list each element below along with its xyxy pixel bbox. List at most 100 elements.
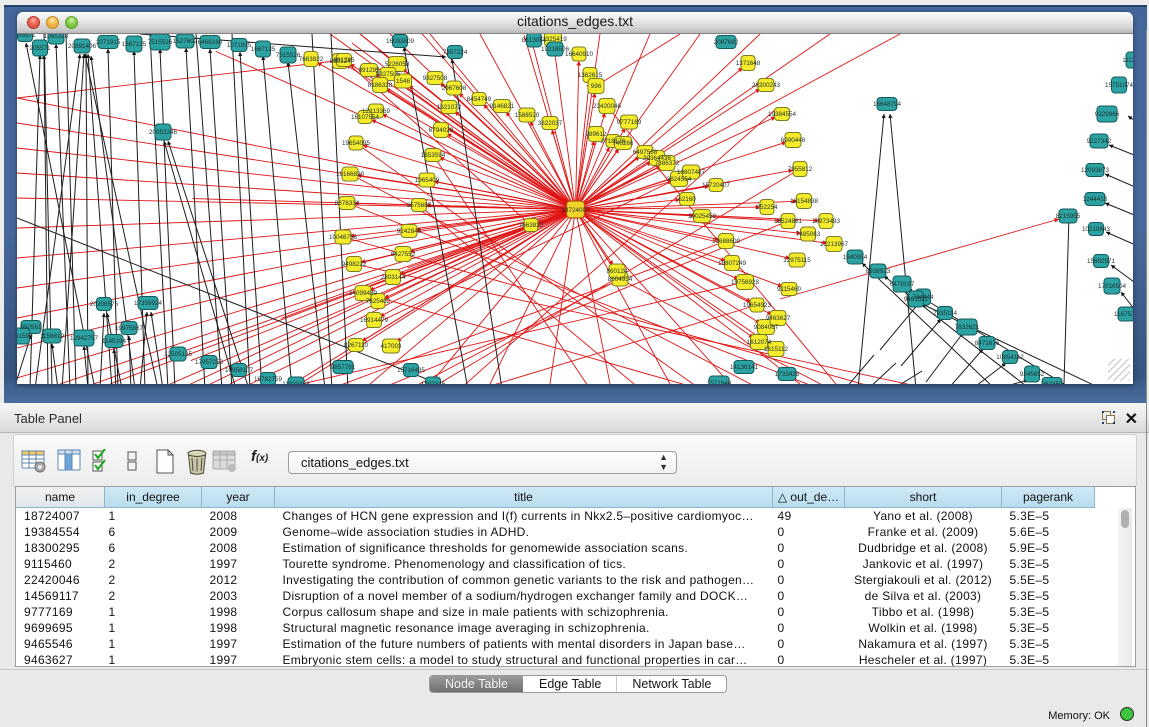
- svg-text:1527602: 1527602: [173, 38, 198, 45]
- svg-text:16782759: 16782759: [254, 376, 283, 383]
- svg-text:62160: 62160: [678, 196, 696, 203]
- svg-text:1071915: 1071915: [227, 42, 252, 49]
- svg-text:16914479: 16914479: [360, 317, 389, 324]
- svg-text:15751074: 15751074: [1105, 82, 1133, 89]
- svg-text:10807487: 10807487: [677, 169, 706, 176]
- svg-text:9463627: 9463627: [766, 315, 791, 322]
- svg-text:15692971: 15692971: [1087, 258, 1116, 265]
- svg-text:17957253: 17957253: [195, 359, 224, 366]
- svg-text:1667135: 1667135: [251, 46, 276, 53]
- svg-text:12975115: 12975115: [783, 257, 811, 264]
- svg-text:3824554: 3824554: [667, 176, 692, 183]
- svg-text:9227342: 9227342: [1087, 138, 1112, 145]
- svg-text:14136141: 14136141: [730, 364, 759, 371]
- svg-text:1371648: 1371648: [736, 60, 761, 67]
- svg-text:9115460: 9115460: [777, 286, 802, 293]
- svg-text:9498222: 9498222: [342, 261, 367, 268]
- svg-text:7485063: 7485063: [796, 231, 821, 238]
- svg-text:16033809: 16033809: [386, 38, 415, 45]
- svg-text:7515526: 7515526: [148, 39, 173, 46]
- svg-text:1362615: 1362615: [578, 72, 603, 79]
- svg-text:1733426: 1733426: [775, 371, 800, 378]
- svg-text:2803144: 2803144: [381, 274, 406, 281]
- svg-text:18807249: 18807249: [718, 260, 747, 267]
- svg-text:252254: 252254: [756, 204, 778, 211]
- svg-text:19654095: 19654095: [342, 140, 371, 147]
- svg-text:9084067: 9084067: [754, 324, 779, 331]
- svg-text:1145194: 1145194: [102, 338, 127, 345]
- svg-text:15720407: 15720407: [702, 182, 731, 189]
- svg-text:8215955: 8215955: [1056, 213, 1081, 220]
- svg-text:1167533: 1167533: [1114, 311, 1133, 318]
- svg-text:17016504: 17016504: [1098, 283, 1127, 290]
- svg-text:391590: 391590: [17, 333, 33, 340]
- svg-text:6990448: 6990448: [781, 137, 806, 144]
- svg-text:1244415: 1244415: [1083, 196, 1108, 203]
- svg-text:8471676: 8471676: [975, 340, 1000, 347]
- svg-text:8604954: 8604954: [608, 276, 633, 283]
- svg-text:19166829: 19166829: [336, 171, 365, 178]
- svg-text:9327508: 9327508: [423, 75, 448, 82]
- svg-text:10046756: 10046756: [329, 234, 358, 241]
- svg-text:1571648: 1571648: [707, 380, 732, 384]
- svg-text:7625402: 7625402: [366, 298, 391, 305]
- svg-text:12093873: 12093873: [1081, 167, 1110, 174]
- svg-text:16107554: 16107554: [351, 114, 380, 121]
- svg-text:28300243: 28300243: [752, 82, 781, 89]
- svg-text:10958107: 10958107: [225, 367, 254, 374]
- svg-text:7632621: 7632621: [955, 324, 980, 331]
- svg-text:1292346: 1292346: [421, 381, 446, 384]
- svg-text:12505135: 12505135: [164, 351, 193, 358]
- svg-text:1112541: 1112541: [1122, 57, 1133, 64]
- svg-text:7515526: 7515526: [276, 52, 301, 59]
- svg-text:14099489: 14099489: [349, 290, 378, 297]
- svg-text:205571: 205571: [29, 45, 51, 52]
- svg-text:19975867: 19975867: [115, 325, 144, 332]
- svg-text:962450: 962450: [1041, 381, 1063, 384]
- svg-text:3675685: 3675685: [407, 202, 432, 209]
- svg-text:19218506: 19218506: [541, 46, 570, 53]
- svg-text:3822037: 3822037: [538, 120, 563, 127]
- svg-text:1588520: 1588520: [515, 112, 540, 119]
- svg-text:8267110: 8267110: [344, 342, 369, 349]
- svg-text:6479197: 6479197: [890, 281, 915, 288]
- svg-text:1065328: 1065328: [44, 34, 69, 40]
- svg-text:11923468: 11923468: [282, 381, 310, 384]
- svg-text:2087682: 2087682: [714, 39, 739, 46]
- svg-text:5226058: 5226058: [385, 61, 410, 68]
- svg-text:746266: 746266: [612, 140, 634, 147]
- svg-text:19384554: 19384554: [768, 111, 797, 118]
- svg-text:7357224: 7357224: [443, 49, 468, 56]
- svg-text:9245652: 9245652: [1020, 371, 1045, 378]
- svg-text:989612: 989612: [585, 131, 607, 138]
- svg-text:860124: 860124: [606, 268, 628, 275]
- svg-text:9327505: 9327505: [376, 71, 401, 78]
- svg-text:9463521: 9463521: [904, 296, 929, 303]
- svg-text:1353594: 1353594: [421, 152, 446, 159]
- svg-text:12213967: 12213967: [820, 241, 849, 248]
- svg-text:8613054: 8613054: [522, 37, 547, 44]
- svg-text:2967608: 2967608: [442, 85, 467, 92]
- svg-text:9857791: 9857791: [331, 364, 356, 371]
- svg-text:8938923: 8938923: [866, 268, 891, 275]
- svg-text:2935114: 2935114: [933, 310, 958, 317]
- svg-text:1640954: 1640954: [843, 254, 868, 261]
- svg-text:7955812: 7955812: [788, 166, 813, 173]
- svg-text:9146821: 9146821: [490, 103, 515, 110]
- svg-text:18524861: 18524861: [774, 218, 803, 225]
- svg-text:8186328: 8186328: [368, 82, 393, 89]
- svg-text:10973493: 10973493: [812, 218, 841, 225]
- svg-text:12942757: 12942757: [70, 335, 99, 342]
- svg-text:10688609: 10688609: [712, 238, 741, 245]
- svg-text:1156819: 1156819: [40, 333, 65, 340]
- svg-text:18724007: 18724007: [561, 207, 590, 214]
- svg-text:1621072: 1621072: [437, 104, 462, 111]
- svg-text:16648794: 16648794: [873, 101, 902, 108]
- svg-text:850561: 850561: [20, 324, 42, 331]
- svg-text:7386372: 7386372: [655, 160, 680, 167]
- svg-text:23420046: 23420046: [593, 103, 622, 110]
- svg-text:996: 996: [591, 83, 602, 90]
- svg-text:10210643: 10210643: [1082, 226, 1111, 233]
- svg-text:9777169: 9777169: [617, 119, 642, 126]
- svg-text:10025458: 10025458: [688, 213, 717, 220]
